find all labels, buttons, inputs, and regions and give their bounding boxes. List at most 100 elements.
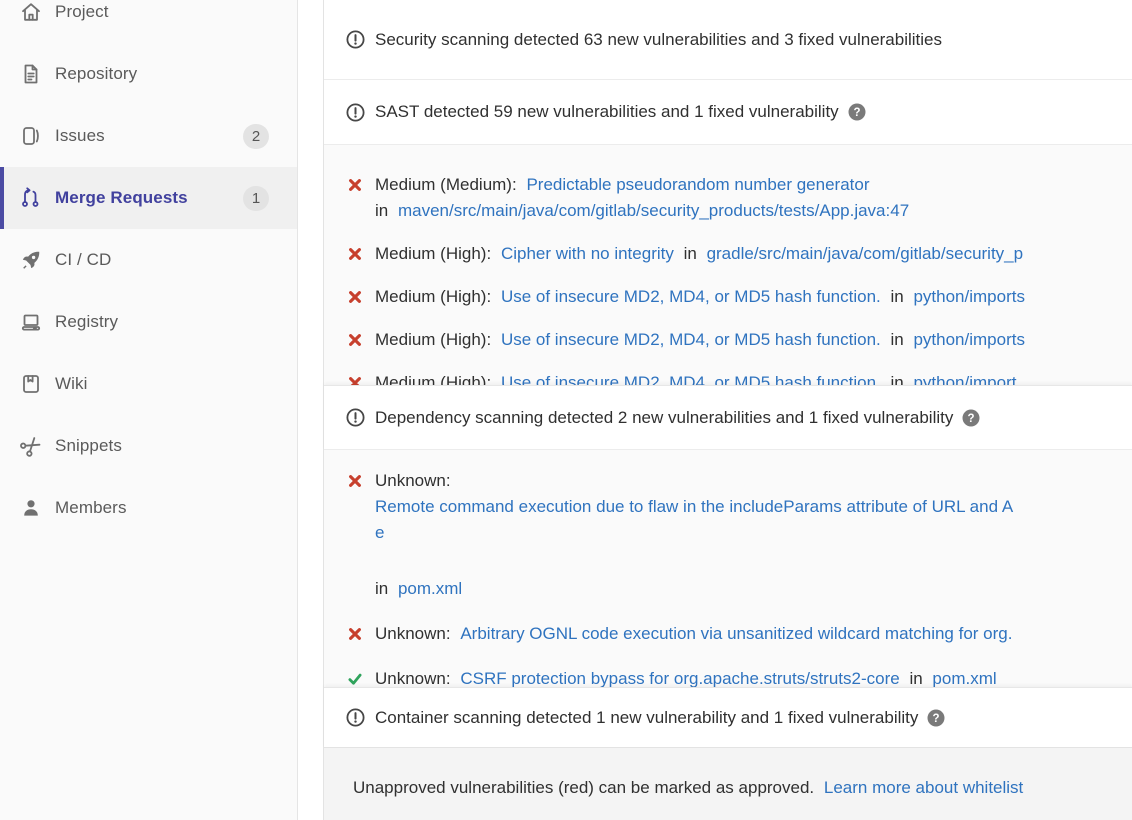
- sidebar-item-label: Repository: [55, 64, 137, 84]
- sidebar-item-label: Wiki: [55, 374, 88, 394]
- vulnerability-link[interactable]: Cipher with no integrity: [501, 244, 674, 263]
- sidebar-item-merge-requests[interactable]: Merge Requests 1: [0, 167, 297, 229]
- vulnerability-row: Medium (High): Use of insecure MD2, MD4,…: [324, 284, 1132, 310]
- sidebar-item-repository[interactable]: Repository: [0, 43, 297, 105]
- vulnerability-row: Medium (Medium): Predictable pseudorando…: [324, 172, 1132, 224]
- members-icon: [19, 496, 43, 520]
- in-label: in: [909, 669, 922, 687]
- vulnerability-row-clipped: Unknown: CSRF protection bypass for org.…: [324, 666, 1132, 687]
- file-path-link[interactable]: python/import: [913, 373, 1016, 385]
- sidebar-item-label: Snippets: [55, 436, 122, 456]
- container-registry-icon: [19, 310, 43, 334]
- vulnerability-link[interactable]: Use of insecure MD2, MD4, or MD5 hash fu…: [501, 330, 881, 349]
- vulnerability-row: Unknown: Arbitrary OGNL code execution v…: [324, 621, 1132, 647]
- sidebar-item-members[interactable]: Members: [0, 477, 297, 539]
- container-summary-text: Container scanning detected 1 new vulner…: [375, 708, 918, 728]
- alert-circle-icon: [346, 708, 365, 727]
- severity-label: Medium (High):: [375, 244, 491, 263]
- in-label: in: [375, 579, 388, 598]
- issues-icon: [19, 124, 43, 148]
- sidebar-item-ci-cd[interactable]: CI / CD: [0, 229, 297, 291]
- success-check-icon: [348, 672, 362, 686]
- merge-requests-count-badge: 1: [243, 186, 269, 211]
- sidebar-item-label: Project: [55, 2, 109, 22]
- document-icon: [19, 62, 43, 86]
- sidebar-item-label: Registry: [55, 312, 118, 332]
- file-path-link[interactable]: python/imports: [913, 330, 1025, 349]
- sidebar-item-label: Merge Requests: [55, 188, 188, 208]
- sidebar-item-snippets[interactable]: Snippets: [0, 415, 297, 477]
- svg-text:?: ?: [933, 713, 940, 725]
- severity-label: Unknown:: [375, 669, 451, 687]
- vulnerability-row: Medium (High): Cipher with no integrity …: [324, 241, 1132, 267]
- sast-summary-text: SAST detected 59 new vulnerabilities and…: [375, 102, 839, 122]
- in-label: in: [891, 330, 904, 349]
- failed-x-icon: [348, 627, 362, 641]
- help-icon[interactable]: ?: [927, 709, 945, 727]
- sidebar-item-wiki[interactable]: Wiki: [0, 353, 297, 415]
- security-report-widget: Security scanning detected 63 new vulner…: [323, 0, 1132, 820]
- wiki-icon: [19, 372, 43, 396]
- vulnerability-row-clipped: Medium (High): Use of insecure MD2, MD4,…: [324, 370, 1132, 385]
- failed-x-icon: [348, 178, 362, 192]
- vulnerability-link[interactable]: Predictable pseudorandom number generato…: [526, 175, 869, 194]
- snippets-icon: [19, 434, 43, 458]
- project-sidebar: Project Repository Issues 2: [0, 0, 298, 820]
- dependency-vulnerability-list: Unknown: Remote command execution due to…: [324, 450, 1132, 687]
- whitelist-footer-note: Unapproved vulnerabilities (red) can be …: [324, 748, 1132, 820]
- sidebar-item-registry[interactable]: Registry: [0, 291, 297, 353]
- merge-request-icon: [19, 186, 43, 210]
- help-icon[interactable]: ?: [962, 409, 980, 427]
- in-label: in: [891, 287, 904, 306]
- security-summary-row: Security scanning detected 63 new vulner…: [324, 0, 1132, 80]
- alert-circle-icon: [346, 408, 365, 427]
- failed-x-icon: [348, 333, 362, 347]
- rocket-icon: [19, 248, 43, 272]
- sidebar-nav-list: Project Repository Issues 2: [0, 0, 297, 539]
- vulnerability-link[interactable]: Remote command execution due to flaw in …: [375, 497, 1013, 516]
- severity-label: Unknown:: [375, 471, 451, 490]
- file-path-link[interactable]: python/imports: [913, 287, 1025, 306]
- vulnerability-row: Medium (High): Use of insecure MD2, MD4,…: [324, 327, 1132, 353]
- alert-circle-icon: [346, 30, 365, 49]
- blank-line: [375, 546, 1013, 576]
- failed-x-icon: [348, 247, 362, 261]
- file-path-link[interactable]: pom.xml: [398, 579, 462, 598]
- severity-label: Unknown:: [375, 624, 451, 643]
- severity-label: Medium (High):: [375, 287, 491, 306]
- container-scanning-row: Container scanning detected 1 new vulner…: [324, 687, 1132, 748]
- sidebar-item-label: Issues: [55, 126, 105, 146]
- svg-text:?: ?: [968, 413, 975, 425]
- severity-label: Medium (High):: [375, 373, 491, 385]
- vulnerability-link-wrap[interactable]: e: [375, 523, 384, 542]
- sidebar-item-project[interactable]: Project: [0, 0, 297, 43]
- alert-circle-icon: [346, 103, 365, 122]
- sidebar-item-label: Members: [55, 498, 127, 518]
- file-path-link[interactable]: pom.xml: [932, 669, 996, 687]
- failed-x-icon: [348, 290, 362, 304]
- dependency-scanning-row: Dependency scanning detected 2 new vulne…: [324, 385, 1132, 450]
- file-path-link[interactable]: maven/src/main/java/com/gitlab/security_…: [398, 201, 909, 220]
- vulnerability-row: Unknown: Remote command execution due to…: [324, 468, 1132, 602]
- vulnerability-link[interactable]: Arbitrary OGNL code execution via unsani…: [460, 624, 1012, 643]
- vulnerability-link[interactable]: CSRF protection bypass for org.apache.st…: [460, 669, 899, 687]
- sidebar-item-issues[interactable]: Issues 2: [0, 105, 297, 167]
- home-icon: [19, 0, 43, 24]
- vulnerability-link[interactable]: Use of insecure MD2, MD4, or MD5 hash fu…: [501, 287, 881, 306]
- dependency-summary-text: Dependency scanning detected 2 new vulne…: [375, 408, 953, 428]
- severity-label: Medium (High):: [375, 330, 491, 349]
- failed-x-icon: [348, 376, 362, 385]
- issues-count-badge: 2: [243, 124, 269, 149]
- sast-report-row: SAST detected 59 new vulnerabilities and…: [324, 80, 1132, 145]
- learn-more-whitelist-link[interactable]: Learn more about whitelist: [824, 778, 1023, 797]
- security-summary-text: Security scanning detected 63 new vulner…: [375, 30, 942, 50]
- footer-text: Unapproved vulnerabilities (red) can be …: [353, 778, 814, 797]
- help-icon[interactable]: ?: [848, 103, 866, 121]
- failed-x-icon: [348, 474, 362, 488]
- sidebar-item-label: CI / CD: [55, 250, 111, 270]
- severity-label: Medium (Medium):: [375, 175, 517, 194]
- vulnerability-link[interactable]: Use of insecure MD2, MD4, or MD5 hash fu…: [501, 373, 881, 385]
- svg-text:?: ?: [853, 107, 860, 119]
- in-label: in: [684, 244, 697, 263]
- file-path-link[interactable]: gradle/src/main/java/com/gitlab/security…: [707, 244, 1024, 263]
